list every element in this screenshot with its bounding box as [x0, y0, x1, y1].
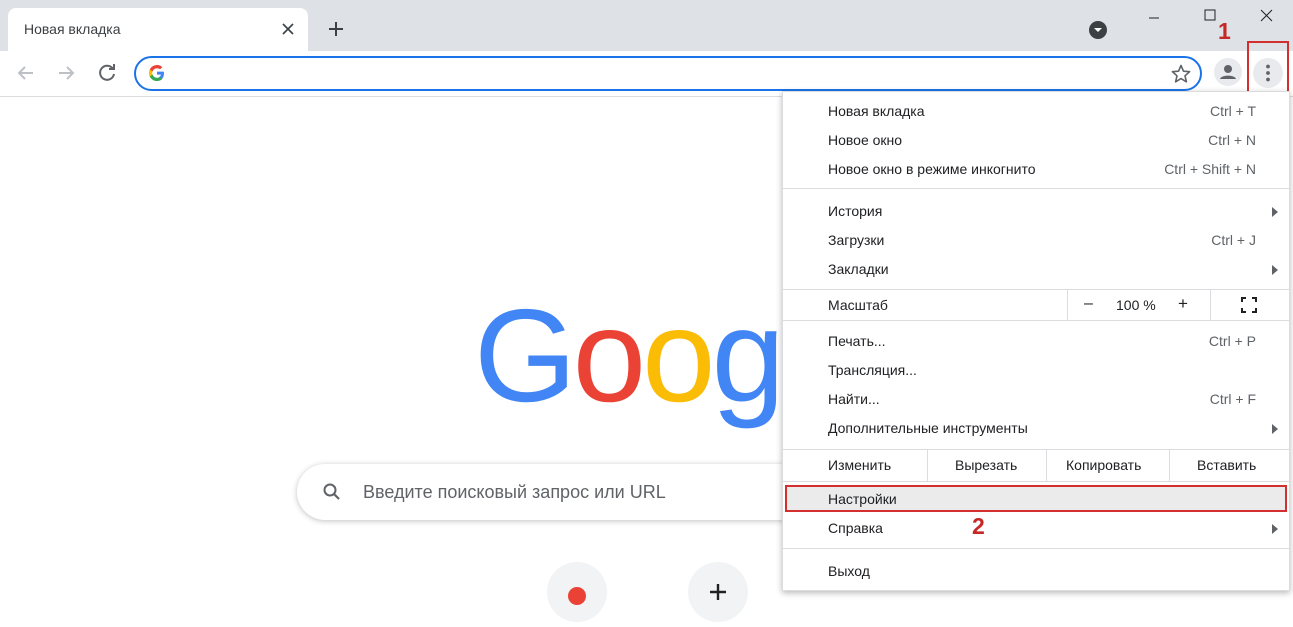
address-bar[interactable]	[134, 56, 1202, 91]
zoom-level: 100 %	[1116, 297, 1156, 313]
forward-arrow-icon[interactable]	[54, 61, 78, 85]
menu-item-settings[interactable]: Настройки	[785, 485, 1287, 512]
paste-button[interactable]: Вставить	[1169, 449, 1290, 481]
menu-item-find[interactable]: Найти... Ctrl + F	[783, 385, 1289, 414]
tab-title: Новая вкладка	[24, 21, 121, 37]
window-close-icon[interactable]	[1243, 4, 1289, 32]
search-icon	[323, 483, 340, 500]
plus-icon	[710, 584, 726, 600]
address-input[interactable]	[176, 62, 1170, 86]
menu-item-history[interactable]: История	[783, 197, 1289, 226]
submenu-arrow-icon	[1272, 524, 1278, 534]
submenu-arrow-icon	[1272, 265, 1278, 275]
menu-item-more-tools[interactable]: Дополнительные инструменты	[783, 414, 1289, 443]
back-arrow-icon[interactable]	[14, 61, 38, 85]
menu-zoom-row: Масштаб – 100 % +	[783, 290, 1289, 320]
menu-item-downloads[interactable]: Загрузки Ctrl + J	[783, 226, 1289, 255]
reload-icon[interactable]	[95, 61, 119, 85]
menu-edit-row: Изменить Вырезать Копировать Вставить	[783, 449, 1289, 481]
search-placeholder: Введите поисковый запрос или URL	[363, 482, 666, 502]
edit-label-cell: Изменить	[828, 457, 892, 473]
person-icon	[1220, 65, 1236, 79]
fullscreen-icon[interactable]	[1240, 296, 1258, 314]
zoom-controls: – 100 % +	[1067, 290, 1211, 320]
minimize-icon[interactable]	[1131, 4, 1177, 32]
copy-button[interactable]: Копировать	[1046, 449, 1170, 481]
menu-item-cast[interactable]: Трансляция...	[783, 356, 1289, 385]
menu-item-new-tab[interactable]: Новая вкладка Ctrl + T	[783, 97, 1289, 126]
submenu-arrow-icon	[1272, 424, 1278, 434]
menu-item-exit[interactable]: Выход	[783, 557, 1289, 586]
close-tab-icon[interactable]	[279, 20, 297, 38]
tab-search-icon[interactable]	[1088, 20, 1108, 40]
menu-separator	[783, 188, 1289, 189]
chrome-menu: Новая вкладка Ctrl + T Новое окно Ctrl +…	[782, 91, 1290, 591]
menu-item-print[interactable]: Печать... Ctrl + P	[783, 327, 1289, 356]
tab-new-tab[interactable]: Новая вкладка	[8, 8, 308, 51]
fullscreen-cell	[1210, 290, 1290, 320]
zoom-out-button[interactable]: –	[1084, 295, 1093, 313]
add-shortcut-tile[interactable]	[688, 562, 748, 622]
menu-separator	[783, 320, 1289, 321]
menu-separator	[783, 548, 1289, 549]
ntp-search-box[interactable]: Введите поисковый запрос или URL	[297, 464, 857, 520]
menu-item-help[interactable]: Справка	[783, 514, 1289, 543]
submenu-arrow-icon	[1272, 207, 1278, 217]
zoom-in-button[interactable]: +	[1178, 294, 1188, 314]
tab-strip: Новая вкладка	[0, 0, 1293, 51]
menu-separator	[783, 481, 1289, 482]
menu-item-incognito[interactable]: Новое окно в режиме инкогнито Ctrl + Shi…	[783, 155, 1289, 184]
annotation-box-menu	[1247, 41, 1289, 97]
annotation-step-2: 2	[972, 513, 985, 539]
profile-button[interactable]	[1214, 58, 1242, 86]
bookmark-star-icon[interactable]	[1170, 63, 1192, 85]
google-g-icon	[149, 65, 164, 81]
annotation-step-1: 1	[1218, 18, 1231, 44]
shortcut-tile[interactable]	[547, 562, 607, 622]
new-tab-button[interactable]	[324, 17, 348, 41]
cut-button[interactable]: Вырезать	[927, 449, 1047, 481]
site-favicon-icon	[568, 587, 586, 605]
menu-item-new-window[interactable]: Новое окно Ctrl + N	[783, 126, 1289, 155]
menu-item-bookmarks[interactable]: Закладки	[783, 255, 1289, 284]
